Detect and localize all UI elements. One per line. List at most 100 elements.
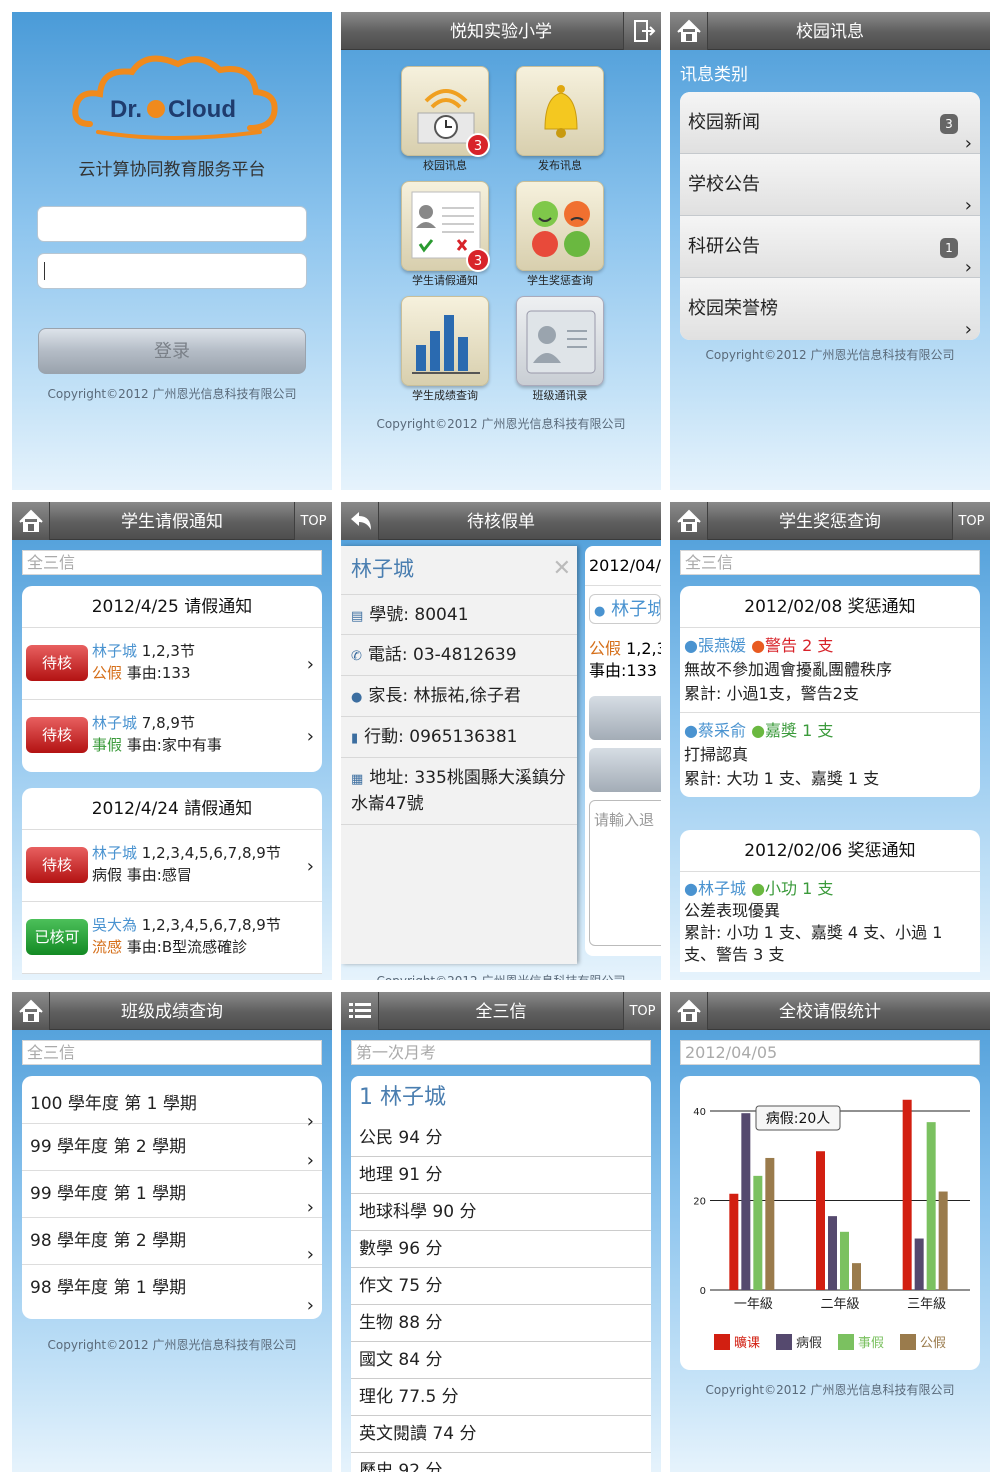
list-item[interactable]: 科研公告 1 ›	[680, 216, 980, 278]
status-badge[interactable]: 待核	[26, 717, 88, 753]
bar-公假	[938, 1191, 948, 1290]
date-filter[interactable]: 2012/04/05	[680, 1040, 980, 1065]
leave-row[interactable]: 待核 林子城 1,2,3,4,5,6,7,8,9节 病假 事由:感冒 ›	[22, 830, 322, 902]
tooltip-text: 病假:20人	[766, 1111, 831, 1127]
close-icon[interactable]: ✕	[553, 546, 571, 592]
class-filter[interactable]: 全三信	[680, 550, 980, 575]
back-button[interactable]	[341, 502, 379, 540]
tile-reward-query[interactable]: 学生奖惩查询	[512, 181, 608, 288]
side-name: ● 林子城	[589, 594, 661, 624]
list-item[interactable]: 98 學年度 第 2 學期 ›	[22, 1218, 322, 1265]
subject-score: 生物 88 分	[351, 1305, 651, 1342]
legend-item[interactable]: 病假	[775, 1332, 822, 1351]
reason: 事由:感冒	[126, 866, 192, 884]
home-button[interactable]	[12, 502, 50, 540]
chevron-right-icon: ›	[306, 855, 314, 877]
status-badge[interactable]: 已核可	[26, 919, 88, 955]
background-list: 2012/04/2 ● 林子城 公假 1,2,3 事由:133 请輸入退	[585, 546, 661, 956]
page-title: 学生奖惩查询	[779, 512, 881, 532]
tile-grade-query[interactable]: 学生成绩查询	[397, 296, 493, 403]
status-badge[interactable]: 待核	[26, 645, 88, 681]
reject-button[interactable]	[589, 748, 661, 792]
count-badge: 3	[940, 114, 958, 134]
chart-legend: 曠课 病假 事假 公假	[680, 1332, 980, 1351]
list-item[interactable]: 99 學年度 第 1 學期 ›	[22, 1171, 322, 1218]
tile-campus-news[interactable]: 3 校园讯息	[397, 66, 493, 173]
parent-row: ● 家長: 林振祐,徐子君	[341, 676, 577, 717]
home-button[interactable]	[12, 992, 50, 1030]
subject-score: 地球科學 90 分	[351, 1194, 651, 1231]
list-item[interactable]: 99 學年度 第 2 學期 ›	[22, 1124, 322, 1171]
legend-item[interactable]: 事假	[838, 1332, 884, 1351]
top-button[interactable]: TOP	[623, 992, 661, 1030]
bar-病假	[741, 1113, 751, 1290]
home-button[interactable]	[670, 502, 708, 540]
chevron-right-icon: ›	[964, 319, 972, 340]
back-arrow-icon	[351, 512, 371, 530]
page-title: 全校请假统计	[779, 1002, 881, 1022]
bar-事假	[840, 1231, 849, 1290]
status-badge[interactable]: 待核	[26, 847, 88, 883]
bar-公假	[852, 1263, 861, 1290]
top-button[interactable]: TOP	[294, 502, 332, 540]
legend-item[interactable]: 公假	[900, 1332, 946, 1351]
reward-group: 2012/02/08 奖惩通知 ●張燕媛 ●警告 2 支 無故不參加週會擾亂團體…	[680, 586, 980, 797]
reward-total: 累計: 小功 1 支、嘉獎 4 支、小過 1 支、警告 3 支	[684, 923, 943, 964]
leave-type: 公假	[92, 664, 123, 682]
subject-score: 理化 77.5 分	[351, 1379, 651, 1416]
reward-entry: ●張燕媛 ●警告 2 支 無故不參加週會擾亂團體秩序 累計: 小過1支，警告2支	[680, 628, 980, 713]
subject-score: 歷史 92 分	[351, 1453, 651, 1472]
text-cursor	[44, 262, 45, 280]
list-item[interactable]: 100 學年度 第 1 學期 ›	[22, 1076, 322, 1132]
menu-button[interactable]	[341, 992, 379, 1030]
legend-swatch	[838, 1334, 854, 1350]
list-item[interactable]: 校园荣誉榜 ›	[680, 278, 980, 340]
approve-button[interactable]	[589, 696, 661, 740]
list-item[interactable]: 98 學年度 第 1 學期 ›	[22, 1265, 322, 1319]
student-grades-screen: 全三信 TOP 第一次月考 1 林子城 公民 94 分 地理 91 分 地球科學…	[341, 992, 661, 1472]
top-button[interactable]: TOP	[952, 502, 990, 540]
subject-score: 公民 94 分	[351, 1120, 651, 1157]
item-label: 校园荣誉榜	[688, 298, 778, 319]
mobile-row[interactable]: ▮ 行動: 0965136381	[341, 717, 577, 758]
list-menu-icon	[349, 1003, 371, 1018]
reward-entry: ●蔡采俞 ●嘉獎 1 支 打掃認真 累計: 大功 1 支、嘉獎 1 支	[680, 713, 980, 797]
password-input[interactable]	[37, 253, 307, 289]
home-button[interactable]	[670, 12, 708, 50]
periods: 1,2,3,4,5,6,7,8,9节	[141, 844, 281, 862]
leave-type: 病假	[92, 866, 123, 884]
phone-row[interactable]: ✆ 電話: 03-4812639	[341, 635, 577, 676]
leave-notice-screen: 学生请假通知 TOP 全三信 2012/4/25 请假通知 待核 林子城 1,2…	[12, 502, 332, 980]
reason-textarea[interactable]: 请輸入退	[589, 800, 661, 946]
class-filter[interactable]: 全三信	[22, 1040, 322, 1065]
tile-class-contacts[interactable]: 班级通讯录	[512, 296, 608, 403]
leave-row[interactable]: 已核可 吳大為 1,2,3,4,5,6,7,8,9节 流感 事由:B型流感確診	[22, 902, 322, 974]
reward-entry: ●林子城 ●小功 1 支 公差表现優異 累計: 小功 1 支、嘉獎 4 支、小過…	[680, 872, 980, 972]
tile-label: 学生请假通知	[412, 274, 478, 287]
tile-leave-notice[interactable]: 3 学生请假通知	[397, 181, 493, 288]
list-item[interactable]: 学校公告 ›	[680, 154, 980, 216]
leave-row[interactable]: 待核 林子城 1,2,3节 公假 事由:133 ›	[22, 628, 322, 700]
list-item[interactable]: 校园新闻 3 ›	[680, 92, 980, 154]
y-tick-label: 40	[693, 1107, 706, 1118]
leave-row[interactable]: 待核 林子城 7,8,9节 事假 事由:家中有事 ›	[22, 700, 322, 772]
exam-filter[interactable]: 第一次月考	[351, 1040, 651, 1065]
chevron-right-icon: ›	[306, 653, 314, 675]
person-icon: ●	[684, 636, 698, 655]
home-button[interactable]	[670, 992, 708, 1030]
username-input[interactable]	[37, 206, 307, 242]
y-tick-label: 20	[693, 1196, 706, 1207]
side-type: 公假	[589, 639, 622, 658]
person-icon: ●	[351, 690, 363, 705]
x-tick-label: 一年級	[734, 1297, 773, 1312]
person-icon: ●	[684, 879, 698, 898]
happy-face-icon: ●	[751, 721, 766, 740]
phone-icon: ✆	[351, 649, 362, 664]
logout-button[interactable]	[623, 12, 661, 50]
platform-tagline: 云计算协同教育服务平台	[78, 160, 266, 180]
login-button[interactable]: 登录	[38, 328, 306, 374]
legend-item[interactable]: 曠课	[713, 1332, 760, 1351]
pending-leave-screen: 待核假单 2012/04/2 ● 林子城 公假 1,2,3 事由:133 请輸入退…	[341, 502, 661, 980]
class-filter[interactable]: 全三信	[22, 550, 322, 575]
tile-publish-news[interactable]: 发布讯息	[512, 66, 608, 173]
